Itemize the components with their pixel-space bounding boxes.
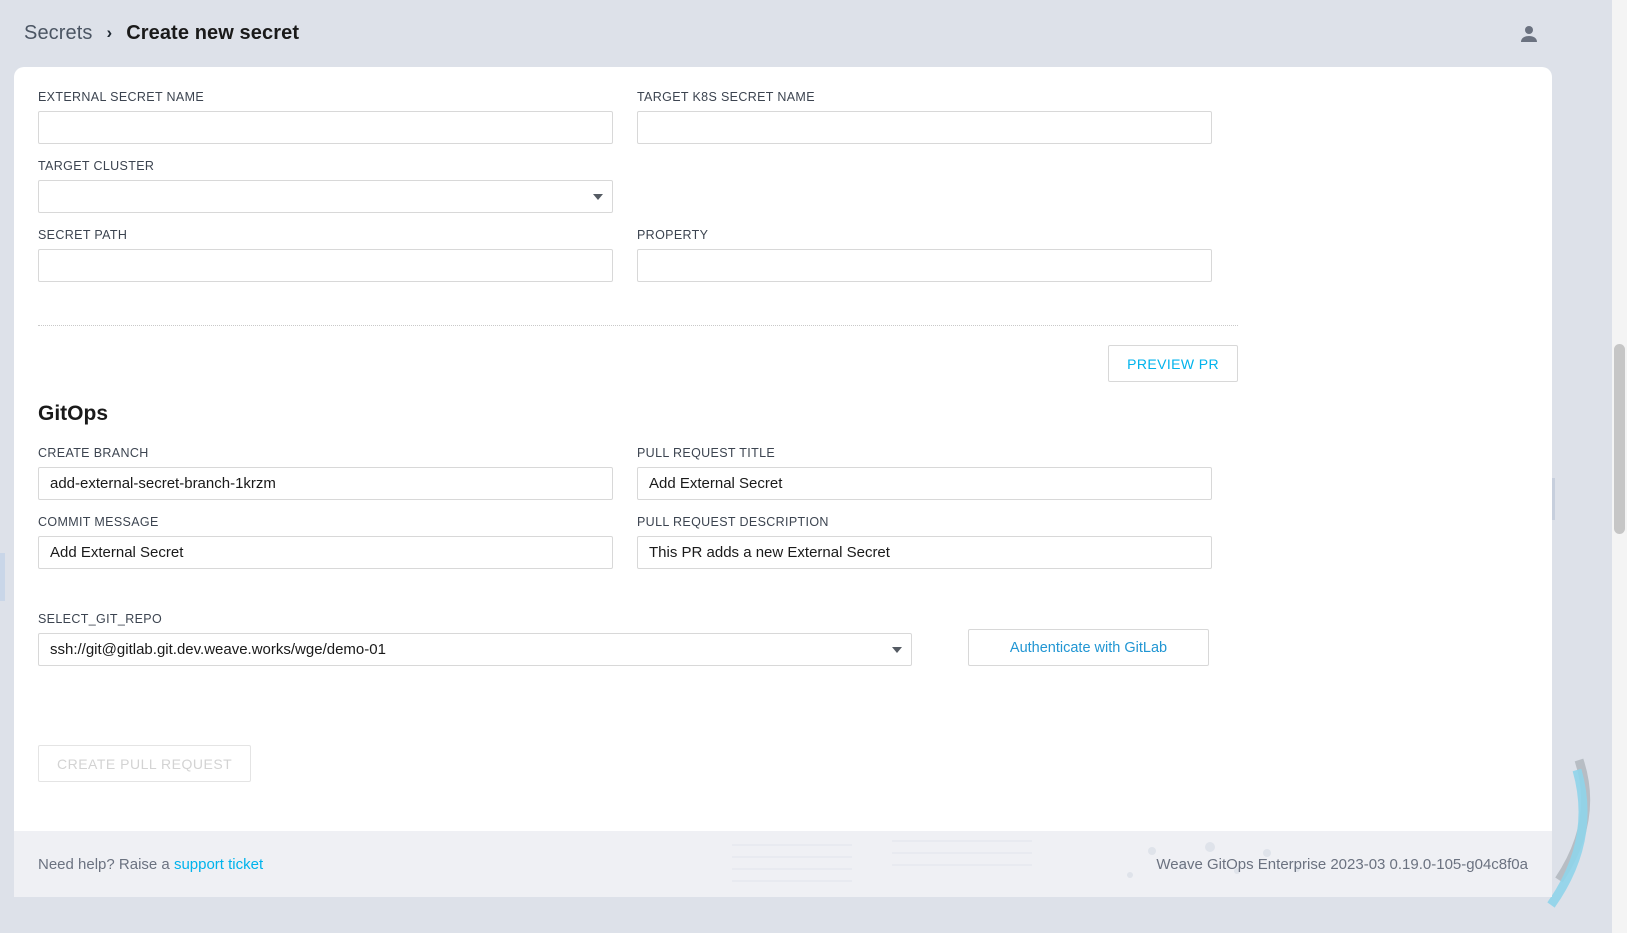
label-pull-request-title: PULL REQUEST TITLE [637,446,776,460]
field-target-cluster: TARGET CLUSTER [38,159,613,213]
form-row-3: SECRET PATH PROPERTY [38,228,1238,282]
label-create-branch: CREATE BRANCH [38,446,149,460]
submit-row: CREATE PULL REQUEST [38,745,252,782]
git-repo-row: SELECT_GIT_REPO Authenticate with GitLab [38,612,1238,666]
field-commit-message: COMMIT MESSAGE [38,515,613,569]
form-row-2: TARGET CLUSTER [38,159,1238,213]
commit-message-input[interactable] [38,536,613,569]
section-divider [38,325,1238,326]
label-target-cluster: TARGET CLUSTER [38,159,155,173]
field-create-branch: CREATE BRANCH [38,446,613,500]
gitops-row-2: COMMIT MESSAGE PULL REQUEST DESCRIPTION [38,515,1238,569]
support-ticket-link[interactable]: support ticket [174,856,263,873]
target-cluster-input[interactable] [38,180,613,213]
field-pull-request-title: PULL REQUEST TITLE [637,446,1212,500]
label-select-git-repo: SELECT_GIT_REPO [38,612,163,626]
field-property: PROPERTY [637,228,1212,282]
gitops-section-title: GitOps [38,402,109,425]
create-branch-input[interactable] [38,467,613,500]
property-input[interactable] [637,249,1212,282]
external-secret-name-input[interactable] [38,111,613,144]
select-git-repo-dropdown[interactable] [38,633,912,666]
breadcrumb-link-secrets[interactable]: Secrets [24,22,93,45]
footer-help: Need help? Raise a support ticket [38,856,263,873]
field-target-k8s-secret-name: TARGET K8s SECRET NAME [637,90,1212,144]
label-commit-message: COMMIT MESSAGE [38,515,159,529]
row-spacer [38,213,1238,228]
label-external-secret-name: EXTERNAL SECRET NAME [38,90,205,104]
person-icon [1521,26,1537,42]
form-area: EXTERNAL SECRET NAME TARGET K8s SECRET N… [14,67,1552,831]
field-select-git-repo: SELECT_GIT_REPO [38,612,912,666]
chevron-right-icon: › [106,23,113,42]
field-external-secret-name: EXTERNAL SECRET NAME [38,90,613,144]
top-bar: Secrets › Create new secret [0,0,1627,67]
content-card: EXTERNAL SECRET NAME TARGET K8s SECRET N… [14,67,1552,897]
create-pull-request-button[interactable]: CREATE PULL REQUEST [38,745,252,782]
footer-help-text: Need help? Raise a [38,855,174,873]
row-spacer [38,144,1238,159]
footer: Need help? Raise a support ticket Weave … [14,831,1552,897]
gitops-row-1: CREATE BRANCH PULL REQUEST TITLE [38,446,1238,500]
field-pull-request-description: PULL REQUEST DESCRIPTION [637,515,1212,569]
pull-request-description-input[interactable] [637,536,1212,569]
avatar[interactable] [1515,20,1543,48]
authenticate-with-gitlab-button[interactable]: Authenticate with GitLab [968,629,1209,666]
secret-path-input[interactable] [38,249,613,282]
left-edge-accent [0,553,5,601]
pull-request-title-input[interactable] [637,467,1212,500]
gitops-form: CREATE BRANCH PULL REQUEST TITLE COMMIT … [38,446,1238,569]
row-spacer [38,500,1238,515]
label-property: PROPERTY [637,228,709,242]
secret-form: EXTERNAL SECRET NAME TARGET K8s SECRET N… [38,90,1238,282]
preview-pr-button[interactable]: PREVIEW PR [1108,345,1238,382]
form-row-1: EXTERNAL SECRET NAME TARGET K8s SECRET N… [38,90,1238,144]
breadcrumb: Secrets › Create new secret [24,22,299,45]
label-secret-path: SECRET PATH [38,228,128,242]
target-cluster-select[interactable] [38,180,613,213]
page-scrollbar-thumb[interactable] [1614,344,1625,534]
preview-pr-row: PREVIEW PR [38,345,1238,382]
label-target-k8s-secret-name: TARGET K8s SECRET NAME [637,90,815,104]
label-pull-request-description: PULL REQUEST DESCRIPTION [637,515,829,529]
footer-version: Weave GitOps Enterprise 2023-03 0.19.0-1… [1156,855,1528,873]
target-k8s-secret-name-input[interactable] [637,111,1212,144]
select-git-repo-input[interactable] [38,633,912,666]
field-secret-path: SECRET PATH [38,228,613,282]
page-title: Create new secret [126,22,300,44]
